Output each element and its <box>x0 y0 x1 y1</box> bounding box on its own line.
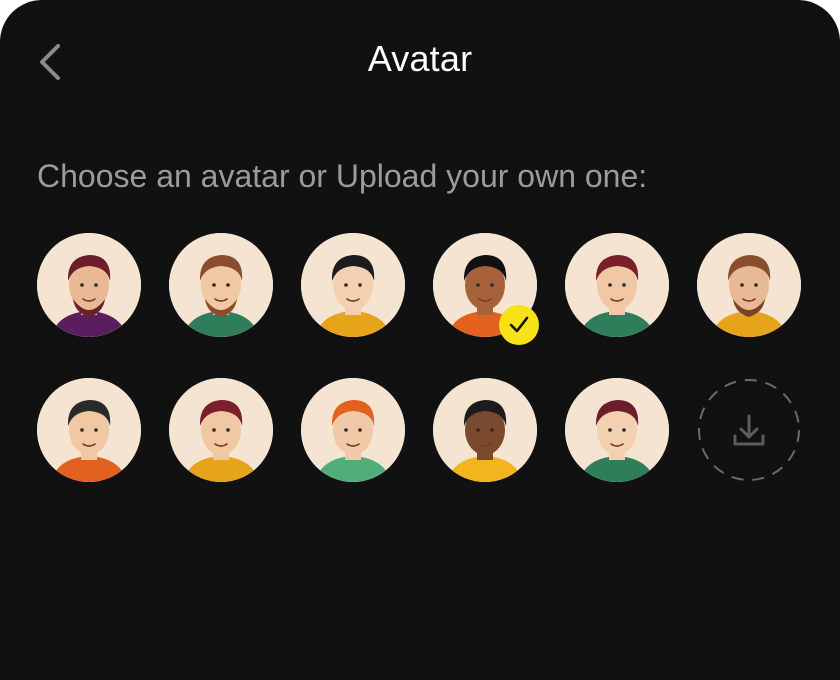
avatar-option[interactable] <box>301 233 405 337</box>
upload-dashed-circle <box>698 379 800 481</box>
avatar-illustration <box>565 233 669 337</box>
avatar-illustration <box>433 378 537 482</box>
avatar-illustration <box>301 233 405 337</box>
avatar-option[interactable] <box>433 378 537 482</box>
avatar-grid <box>0 0 840 680</box>
avatar-option[interactable] <box>169 378 273 482</box>
avatar-illustration <box>697 233 801 337</box>
avatar-option[interactable] <box>565 233 669 337</box>
avatar-option[interactable] <box>565 378 669 482</box>
avatar-option[interactable] <box>169 233 273 337</box>
avatar-illustration <box>37 378 141 482</box>
avatar-illustration <box>301 378 405 482</box>
selected-check-badge <box>499 305 539 345</box>
avatar-option[interactable] <box>697 233 801 337</box>
download-tray-icon <box>733 414 765 446</box>
avatar-illustration <box>565 378 669 482</box>
checkmark-icon <box>509 316 529 333</box>
avatar-option[interactable] <box>433 233 539 345</box>
avatar-illustration <box>37 233 141 337</box>
avatar-illustration <box>169 378 273 482</box>
avatar-option[interactable] <box>37 233 141 337</box>
avatar-illustration <box>169 233 273 337</box>
avatar-option[interactable] <box>37 378 141 482</box>
avatar-sheet: Avatar Choose an avatar or Upload your o… <box>0 0 840 680</box>
avatar-option[interactable] <box>301 378 405 482</box>
upload-avatar-button[interactable] <box>697 378 801 482</box>
